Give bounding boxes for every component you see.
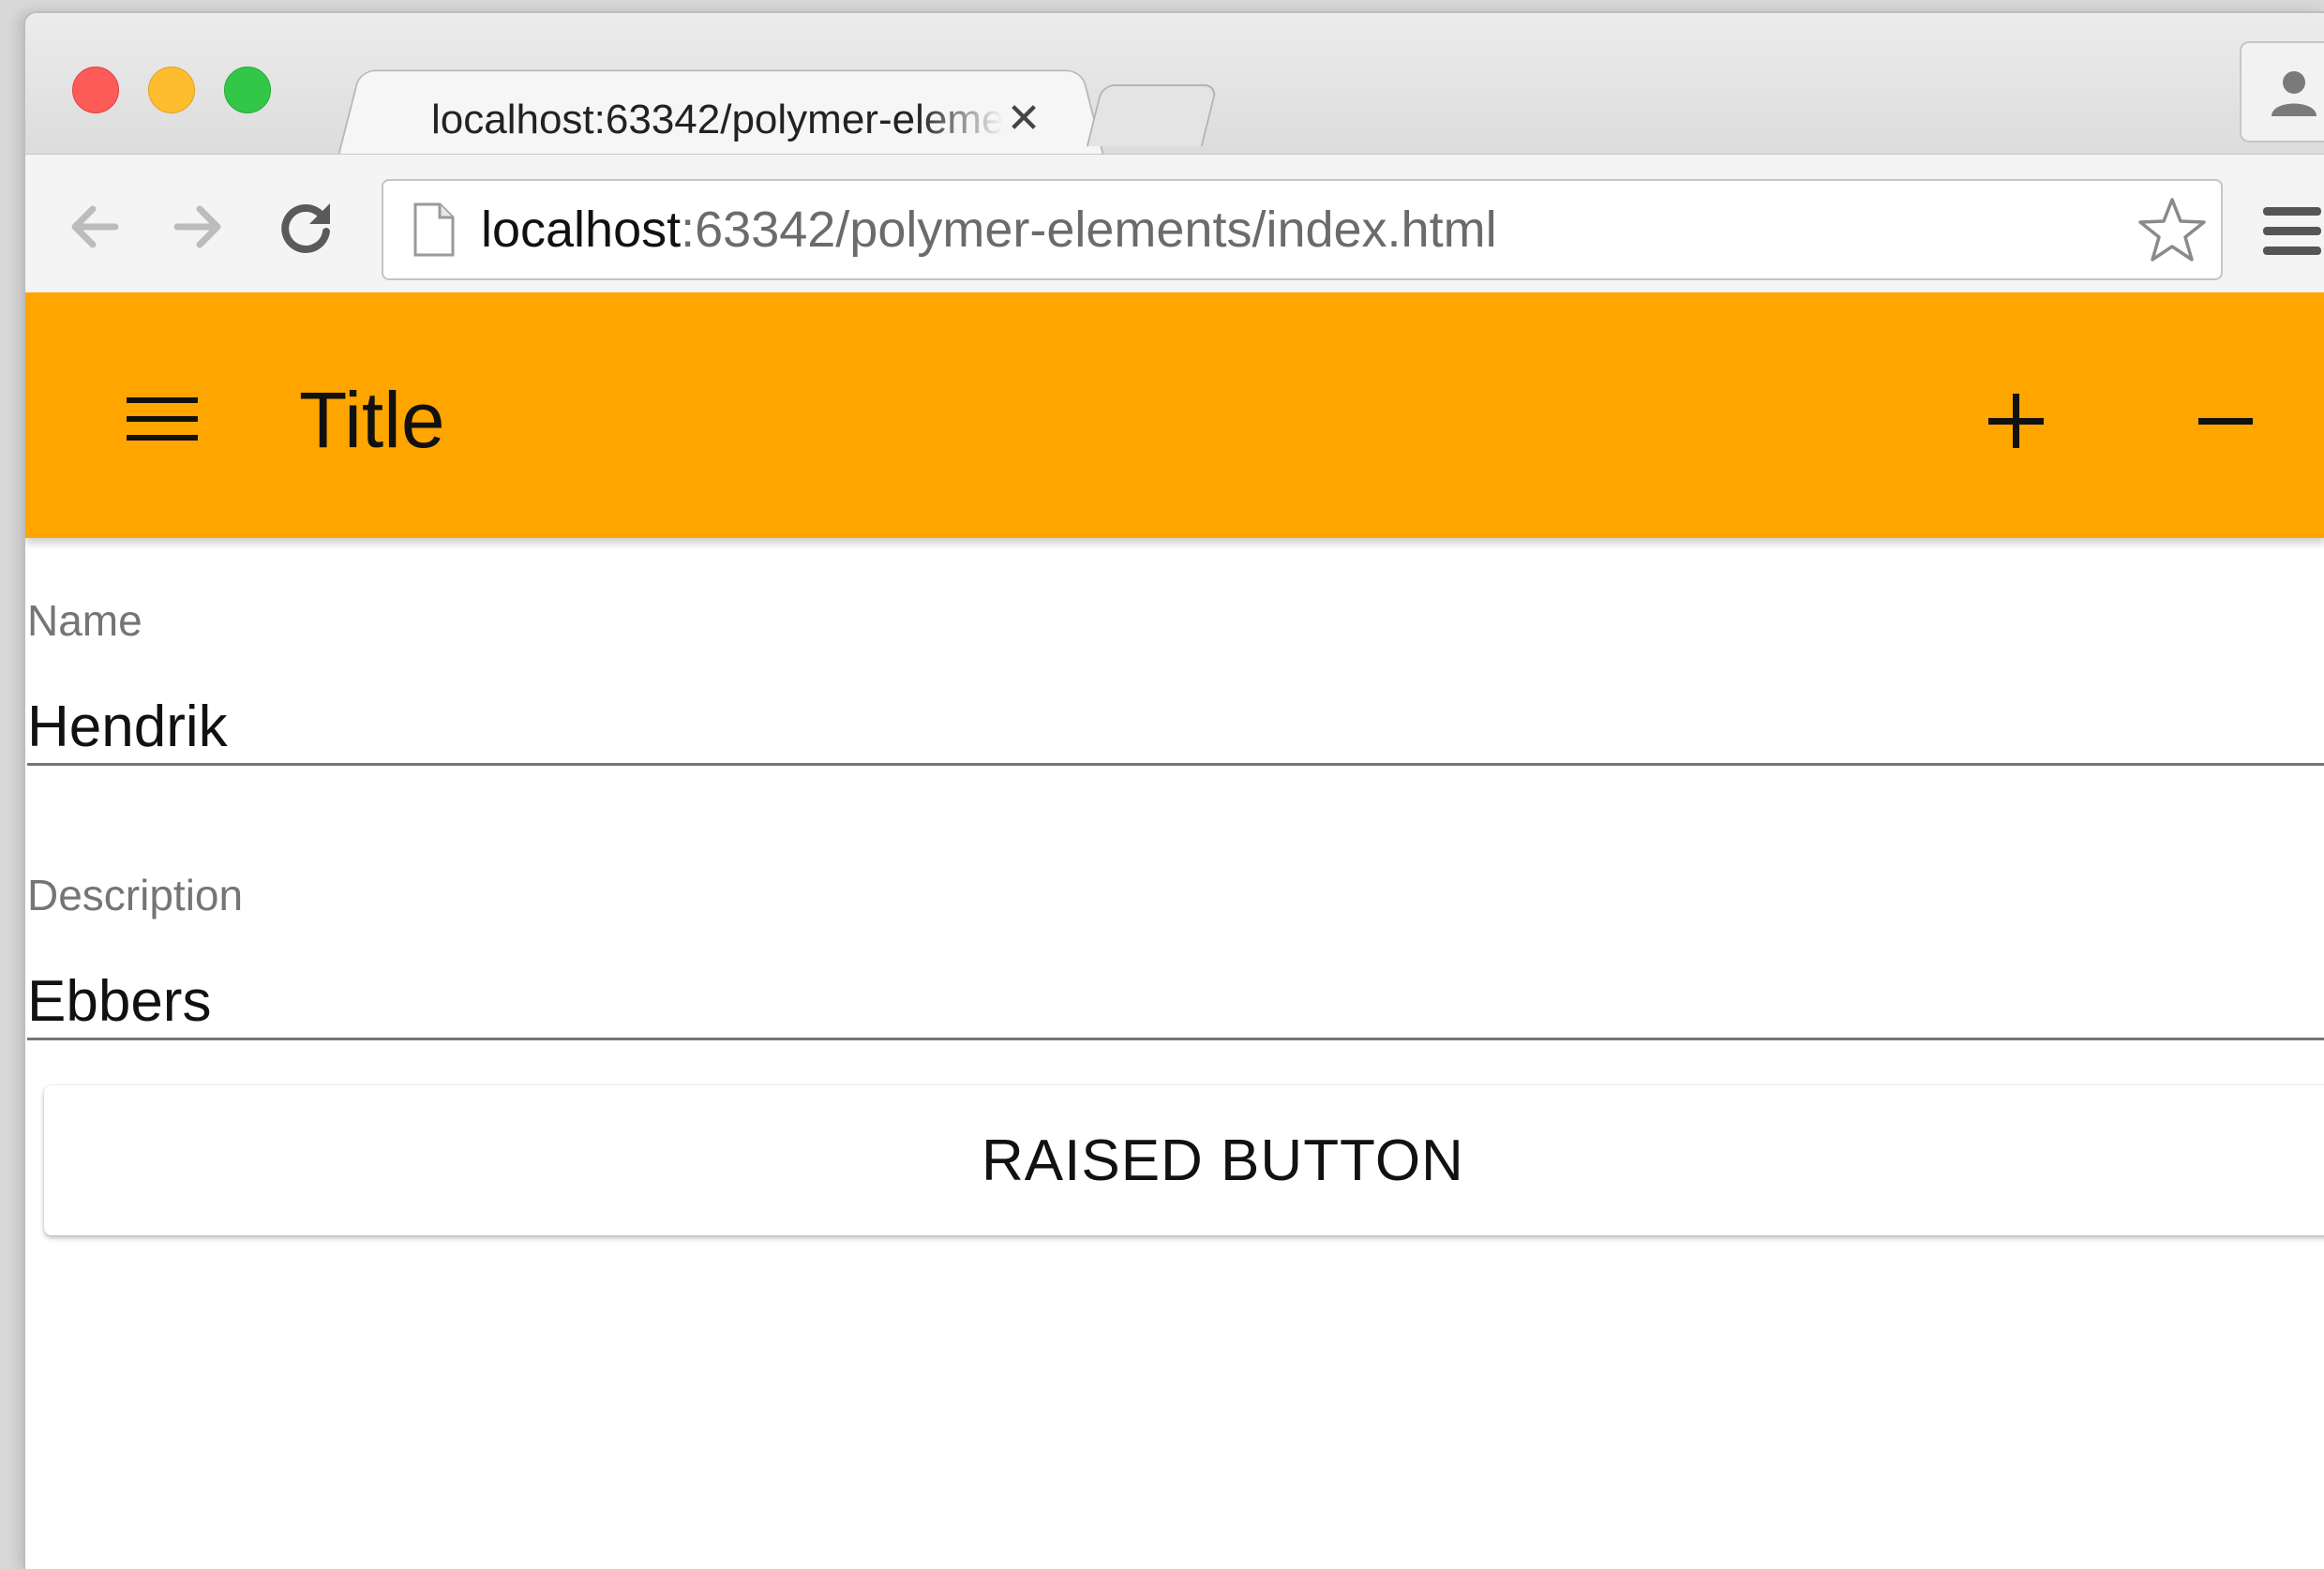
tab-title: localhost:63342/polymer-elements/index.h… [431, 97, 1003, 142]
tab-close-icon[interactable]: ✕ [1000, 94, 1047, 144]
back-arrow-icon[interactable] [61, 194, 127, 260]
page-content: Name Description RAISED BUTTON [25, 538, 2324, 1569]
profile-button[interactable] [2240, 41, 2324, 142]
raised-button[interactable]: RAISED BUTTON [44, 1085, 2324, 1235]
reload-icon[interactable] [274, 194, 339, 260]
name-field: Name [27, 594, 2324, 766]
profile-icon [2272, 71, 2317, 116]
star-icon[interactable] [2137, 194, 2208, 265]
url-host: localhost [481, 202, 682, 258]
forward-arrow-icon[interactable] [166, 194, 232, 260]
page-icon [413, 202, 455, 257]
hamburger-icon[interactable] [127, 394, 198, 444]
raised-button-label: RAISED BUTTON [982, 1128, 1464, 1193]
minus-icon[interactable] [2191, 388, 2266, 454]
menu-icon[interactable] [2261, 203, 2321, 260]
address-bar[interactable]: localhost:63342/polymer-elements/index.h… [382, 179, 2223, 280]
description-field: Description [27, 869, 2324, 1040]
address-url: localhost:63342/polymer-elements/index.h… [481, 202, 1497, 258]
plus-icon[interactable] [1964, 388, 2067, 454]
close-window-button[interactable] [72, 67, 119, 113]
new-tab-button[interactable] [1086, 84, 1219, 146]
minimize-window-button[interactable] [148, 67, 195, 113]
tab-strip: localhost:63342/polymer-elements/index.h… [25, 13, 2324, 167]
zoom-window-button[interactable] [224, 67, 271, 113]
name-label: Name [27, 596, 142, 645]
description-input[interactable] [27, 966, 2324, 1040]
description-label: Description [27, 871, 244, 919]
app-toolbar: Title [25, 292, 2324, 538]
browser-window: localhost:63342/polymer-elements/index.h… [23, 11, 2324, 1569]
name-input[interactable] [27, 692, 2324, 766]
url-path: :63342/polymer-elements/index.html [681, 202, 1497, 258]
browser-toolbar: localhost:63342/polymer-elements/index.h… [25, 154, 2324, 295]
app-title: Title [299, 376, 445, 464]
